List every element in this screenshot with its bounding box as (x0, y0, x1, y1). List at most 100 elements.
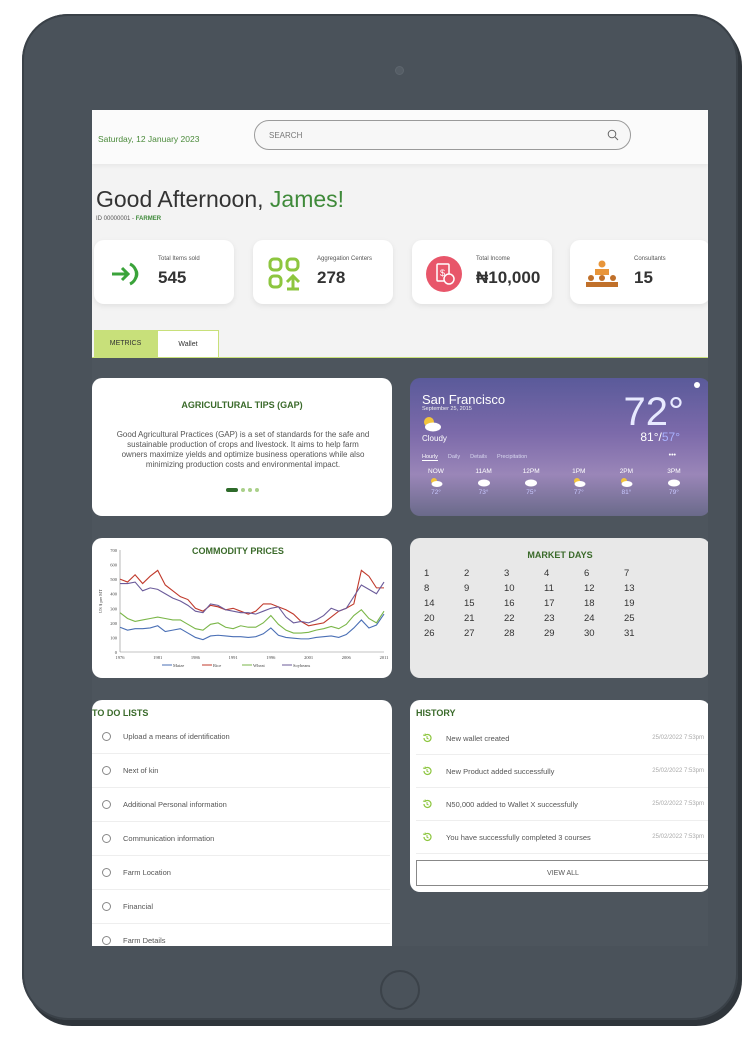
carousel-dot[interactable] (241, 488, 245, 492)
history-text: New wallet created (446, 733, 510, 743)
todo-radio[interactable] (102, 868, 111, 877)
todo-label: Upload a means of identification (123, 732, 230, 741)
stat-card-total-income[interactable]: $ Total Income ₦10,000 (412, 240, 552, 304)
carousel-dot[interactable] (248, 488, 252, 492)
market-day[interactable]: 11 (544, 583, 584, 594)
stat-label: Consultants (634, 256, 666, 262)
market-day[interactable]: 10 (504, 583, 544, 594)
market-day[interactable]: 3 (504, 568, 544, 579)
view-all-button[interactable]: VIEW ALL (416, 860, 708, 886)
market-day[interactable]: 13 (624, 583, 664, 594)
stat-card-consultants[interactable]: Consultants 15 (570, 240, 708, 304)
search-placeholder: SEARCH (269, 131, 303, 140)
series-line-soybeans (120, 581, 385, 624)
stat-value: 15 (634, 268, 653, 287)
market-day[interactable]: 15 (464, 598, 504, 609)
hour-time: 3PM (667, 468, 681, 475)
market-day[interactable]: 7 (624, 568, 664, 579)
todo-label: Financial (123, 902, 154, 911)
market-day[interactable]: 9 (464, 583, 504, 594)
history-icon (422, 799, 432, 809)
search-icon[interactable] (607, 129, 619, 141)
weather-widget: San Francisco September 25, 2015 Cloudy … (410, 378, 708, 516)
market-day[interactable]: 8 (424, 583, 464, 594)
market-day[interactable]: 1 (424, 568, 464, 579)
history-timestamp: 25/02/2022 7:53pm (652, 735, 704, 741)
history-item: New wallet created 25/02/2022 7:53pm (416, 722, 708, 755)
market-day[interactable]: 14 (424, 598, 464, 609)
home-button[interactable] (380, 970, 420, 1010)
todo-radio[interactable] (102, 800, 111, 809)
weather-tab-details[interactable]: Details (470, 454, 487, 461)
market-day[interactable]: 21 (464, 613, 504, 624)
todo-radio[interactable] (102, 732, 111, 741)
market-day[interactable]: 6 (584, 568, 624, 579)
todo-radio[interactable] (102, 902, 111, 911)
todo-label: Additional Personal information (123, 800, 227, 809)
weather-tab-daily[interactable]: Daily (448, 454, 460, 461)
stat-card-items-sold[interactable]: Total Items sold 545 (94, 240, 234, 304)
market-day[interactable]: 16 (504, 598, 544, 609)
weather-hour: 12PM 75° (515, 468, 547, 496)
todo-item[interactable]: Farm Details (92, 924, 390, 946)
todo-label: Farm Details (123, 936, 166, 945)
weather-city: San Francisco (422, 392, 506, 407)
cloud-icon (525, 479, 538, 487)
weather-tab-precipitation[interactable]: Precipitation (497, 454, 527, 461)
market-day[interactable]: 30 (584, 628, 624, 639)
market-day[interactable]: 18 (584, 598, 624, 609)
market-day[interactable]: 29 (544, 628, 584, 639)
todo-radio[interactable] (102, 834, 111, 843)
hour-time: NOW (428, 468, 444, 475)
more-icon[interactable]: ••• (669, 452, 676, 459)
market-day[interactable]: 25 (624, 613, 664, 624)
todo-item[interactable]: Communication information (92, 822, 390, 856)
carousel-dot-active[interactable] (226, 488, 238, 492)
market-day[interactable]: 2 (464, 568, 504, 579)
y-tick-label: 600 (110, 563, 118, 568)
carousel-dots (226, 488, 259, 492)
x-tick-label: 1976 (116, 655, 126, 660)
market-days-grid: 1 2 3 4 6 7 8 9 10 11 12 13 14 15 16 17 18 19 20 21 22 23 24 25… (424, 568, 664, 639)
weather-tab-hourly[interactable]: Hourly (422, 454, 438, 461)
todo-item[interactable]: Next of kin (92, 754, 390, 788)
user-id-line: ID 00000001 - FARMER (96, 216, 161, 222)
market-day[interactable]: 24 (584, 613, 624, 624)
market-day[interactable]: 20 (424, 613, 464, 624)
market-day[interactable]: 28 (504, 628, 544, 639)
history-item: N50,000 added to Wallet X successfully 25… (416, 788, 708, 821)
stat-label: Total Items sold (158, 256, 200, 262)
history-timestamp: 25/02/2022 7:53pm (652, 801, 704, 807)
todo-item[interactable]: Farm Location (92, 856, 390, 890)
tab-metrics[interactable]: METRICS (94, 330, 157, 357)
todo-radio[interactable] (102, 936, 111, 945)
market-day[interactable]: 31 (624, 628, 664, 639)
market-day[interactable]: 26 (424, 628, 464, 639)
market-day[interactable]: 27 (464, 628, 504, 639)
x-tick-label: 2001 (304, 655, 313, 660)
weather-date: September 25, 2015 (422, 406, 472, 412)
history-icon (422, 766, 432, 776)
y-tick-label: 700 (110, 548, 118, 553)
market-day[interactable]: 4 (544, 568, 584, 579)
hour-temp: 81° (621, 489, 632, 496)
hour-temp: 77° (573, 489, 584, 496)
hour-temp: 73° (478, 489, 489, 496)
income-icon: $ (426, 256, 462, 292)
market-day[interactable]: 12 (584, 583, 624, 594)
market-day[interactable]: 22 (504, 613, 544, 624)
legend-label: Soybeans (293, 663, 310, 668)
market-day[interactable]: 23 (544, 613, 584, 624)
carousel-dot[interactable] (255, 488, 259, 492)
todo-radio[interactable] (102, 766, 111, 775)
todo-item[interactable]: Additional Personal information (92, 788, 390, 822)
market-day[interactable]: 19 (624, 598, 664, 609)
todo-item[interactable]: Upload a means of identification (92, 720, 390, 754)
weather-range: 81°/57° (640, 430, 680, 444)
search-input[interactable]: SEARCH (254, 120, 631, 150)
tab-wallet[interactable]: Wallet (157, 330, 219, 357)
history-text: New Product added successfully (446, 766, 555, 776)
stat-card-aggregation-centers[interactable]: Aggregation Centers 278 (253, 240, 393, 304)
todo-item[interactable]: Financial (92, 890, 390, 924)
market-day[interactable]: 17 (544, 598, 584, 609)
